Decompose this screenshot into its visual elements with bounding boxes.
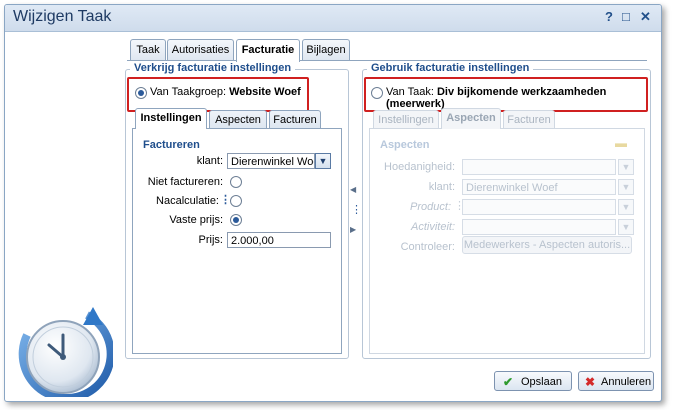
clock-icon [18,307,113,397]
right-klant-label: klant: [428,181,455,193]
taak-prefix: Van Taak: [386,86,434,98]
checkmark-icon: ✔ [503,375,514,389]
product-label: Product: [410,201,451,213]
save-button-label: Opslaan [521,376,562,388]
save-button[interactable]: ✔ Opslaan [494,371,572,391]
activiteit-dropdown-button[interactable]: ▼ [618,219,634,235]
right-klant-dropdown-button[interactable]: ▼ [618,179,634,195]
tab-facturatie[interactable]: Facturatie [236,39,300,62]
dialog-window: Wijzigen Taak ? □ ✕ Taak Autorisaties Fa… [4,4,662,402]
left-subtab-aspecten[interactable]: Aspecten [209,110,267,129]
nacalculatie-radio[interactable] [230,195,242,207]
hoedanigheid-dropdown-button[interactable]: ▼ [618,159,634,175]
hoedanigheid-select[interactable] [462,159,616,175]
controleer-button[interactable]: Medewerkers - Aspecten autoris... [462,236,632,254]
folder-icon: ▬ [615,136,627,150]
niet-factureren-radio[interactable] [230,176,242,188]
activiteit-select[interactable] [462,219,616,235]
product-dropdown-button[interactable]: ▼ [618,199,634,215]
taakgroep-value: Website Woef [229,86,301,98]
right-subtab-instellingen[interactable]: Instellingen [373,110,439,129]
tab-taak[interactable]: Taak [130,39,166,60]
nacalculatie-label: Nacalculatie: [156,195,219,207]
tab-autorisaties[interactable]: Autorisaties [167,39,234,60]
splitter-right-arrow[interactable]: ▶ [350,225,356,234]
cancel-x-icon: ✖ [585,375,596,389]
klant-select[interactable]: Dierenwinkel Woef [227,153,315,169]
right-klant-select[interactable]: Dierenwinkel Woef [462,179,616,195]
tab-bijlagen[interactable]: Bijlagen [302,39,350,60]
cancel-button[interactable]: ✖ Annuleren [578,371,654,391]
help-button[interactable]: ? [605,9,613,24]
klant-dropdown-button[interactable]: ▼ [315,153,331,169]
tab-content-border [127,60,647,61]
prijs-label: Prijs: [198,234,223,246]
taakgroep-option-label[interactable]: Van Taakgroep: Website Woef [150,86,301,98]
right-legend: Gebruik facturatie instellingen [367,62,534,74]
maximize-button[interactable]: □ [622,9,630,24]
title-bar: Wijzigen Taak ? □ ✕ [5,5,661,32]
right-subtab-facturen[interactable]: Facturen [503,110,555,129]
aspecten-section-title: Aspecten [380,139,430,151]
splitter-grip[interactable]: ⋮ [351,203,362,216]
close-button[interactable]: ✕ [640,9,651,25]
taakgroep-prefix: Van Taakgroep: [150,86,227,98]
right-subtab-aspecten[interactable]: Aspecten [441,108,501,129]
factureren-section-title: Factureren [143,139,200,151]
left-legend: Verkrijg facturatie instellingen [130,62,296,74]
window-title: Wijzigen Taak [13,8,112,25]
vaste-prijs-radio[interactable] [230,214,242,226]
left-subtab-facturen[interactable]: Facturen [269,110,321,129]
niet-factureren-label: Niet factureren: [147,176,223,188]
taak-option-label[interactable]: Van Taak: Div bijkomende werkzaamheden (… [386,86,661,110]
vaste-prijs-label: Vaste prijs: [169,214,223,226]
splitter-left-arrow[interactable]: ◀ [350,185,356,194]
activiteit-label: Activiteit: [410,221,455,233]
taakgroep-radio[interactable] [135,87,147,99]
cancel-button-label: Annuleren [601,376,652,388]
taak-radio[interactable] [371,87,383,99]
product-select[interactable] [462,199,616,215]
prijs-input[interactable]: 2.000,00 [227,232,331,248]
left-subtab-instellingen[interactable]: Instellingen [135,108,207,129]
controleer-label: Controleer: [400,241,455,253]
klant-label: klant: [196,155,223,167]
hoedanigheid-label: Hoedanigheid: [384,161,455,173]
